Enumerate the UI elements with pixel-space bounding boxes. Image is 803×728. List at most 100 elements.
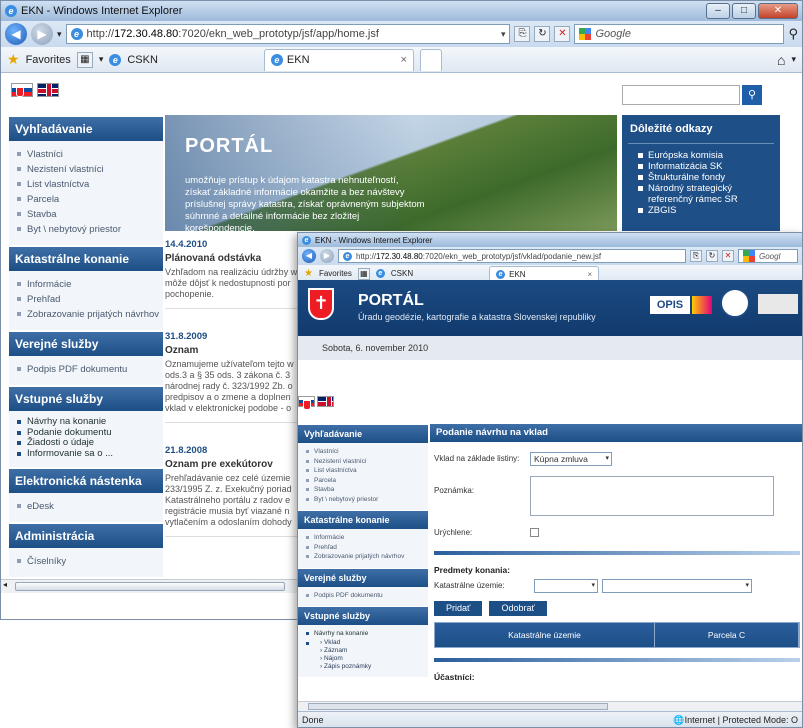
sidebar-item[interactable]: Číselníky xyxy=(17,554,163,569)
sidebar-item[interactable]: Stavba xyxy=(306,485,428,495)
url-field[interactable]: e http://172.30.48.80:7020/ekn_web_proto… xyxy=(338,249,686,263)
english-flag-icon[interactable] xyxy=(37,83,59,97)
scroll-left-icon[interactable]: ◂ xyxy=(3,580,7,589)
sidebar-item[interactable]: Informácie xyxy=(306,533,428,543)
sidebar-item[interactable]: Informácie xyxy=(17,277,163,292)
sidebar-item[interactable]: Vlastníci xyxy=(17,147,163,162)
news-title[interactable]: Plánovaná odstávka xyxy=(165,253,305,264)
sidebar-item[interactable]: Návrhy na konanie xyxy=(17,416,163,428)
news-title[interactable]: Oznam pre exekútorov xyxy=(165,459,305,470)
ku-label: Katastrálne územie: xyxy=(434,581,505,590)
favorites-button[interactable]: Favorites xyxy=(26,54,71,66)
slovak-flag-icon[interactable] xyxy=(298,396,315,410)
sidebar-item[interactable]: Prehľad xyxy=(17,292,163,307)
forward-icon[interactable]: ▶ xyxy=(320,249,334,263)
parcela-select[interactable]: ▾ xyxy=(602,579,752,593)
tab-ekn[interactable]: e EKN × xyxy=(489,266,600,281)
scrollbar-thumb[interactable] xyxy=(308,703,608,710)
remove-button[interactable]: Odobrať xyxy=(489,601,547,616)
add-button[interactable]: Pridať xyxy=(434,601,483,616)
favorites-star-icon[interactable]: ★ xyxy=(304,268,313,279)
sidebar-subitem[interactable]: › Vklad xyxy=(320,639,428,647)
english-flag-icon[interactable] xyxy=(317,396,334,407)
sidebar-subitem[interactable]: › Nájom xyxy=(320,655,428,663)
site-search-input[interactable] xyxy=(622,85,740,105)
sidebar-item[interactable]: Vlastníci xyxy=(306,447,428,457)
sidebar-subitem[interactable]: › Záznam xyxy=(320,647,428,655)
ie-icon: e xyxy=(302,235,311,245)
ku-select[interactable]: ▾ xyxy=(534,579,598,593)
sidebar-item[interactable]: Zobrazovanie prijatých návrhov xyxy=(17,307,163,322)
refresh-icon[interactable]: ↻ xyxy=(534,26,551,42)
refresh-icon[interactable]: ↻ xyxy=(706,250,718,262)
close-button[interactable]: ✕ xyxy=(758,3,798,19)
sidebar-item[interactable]: Stavba xyxy=(17,207,163,222)
sidebar-item[interactable]: Byt \ nebytový priestor xyxy=(17,222,163,237)
tab-close-icon[interactable]: × xyxy=(587,270,592,279)
sidebar-item[interactable]: Parcela xyxy=(17,192,163,207)
url-host: 172.30.48.80 xyxy=(114,28,179,40)
search-icon[interactable]: ⚲ xyxy=(788,26,798,42)
sidebar-item[interactable]: Byt \ nebytový priestor xyxy=(306,495,428,505)
sidebar-item[interactable]: Informovanie sa o ... xyxy=(17,448,163,460)
back-icon[interactable]: ◀ xyxy=(5,23,27,45)
horizontal-scrollbar[interactable] xyxy=(298,701,802,711)
important-link[interactable]: Európska komisia xyxy=(638,150,774,161)
new-tab-button[interactable] xyxy=(419,48,442,71)
items-table-header: Katastrálne územie Parcela C xyxy=(434,622,800,648)
home-icon[interactable]: ⌂ xyxy=(777,52,785,68)
sidebar-item[interactable]: Podpis PDF dokumentu xyxy=(17,362,163,377)
sidebar-section-items: Návrhy na konanie Podanie dokumentu Žiados… xyxy=(9,411,163,467)
urychlene-checkbox[interactable] xyxy=(530,528,539,537)
back-icon[interactable]: ◀ xyxy=(302,249,316,263)
tab-ekn[interactable]: e EKN × xyxy=(263,48,414,71)
search-icon[interactable]: ⚲ xyxy=(742,85,762,105)
news-text: Katastrálneho portálu z radov e xyxy=(165,495,291,505)
home-dropdown-icon[interactable]: ▾ xyxy=(791,54,796,65)
sidebar-item[interactable]: Podpis PDF dokumentu xyxy=(306,591,428,601)
important-link[interactable]: Informatizácia SK xyxy=(638,161,774,172)
scrollbar-thumb[interactable] xyxy=(15,582,285,591)
favorites-star-icon[interactable]: ★ xyxy=(7,51,20,68)
poznamka-textarea[interactable] xyxy=(530,476,774,516)
sidebar-item[interactable]: List vlastníctva xyxy=(17,177,163,192)
favorite-cskn[interactable]: CSKN xyxy=(127,54,158,66)
slovak-flag-icon[interactable] xyxy=(11,83,33,97)
tab-list-icon[interactable]: ▾ xyxy=(99,54,104,65)
news-item: 14.4.2010 Plánovaná odstávka Vzhľadom na r… xyxy=(165,239,305,309)
stop-icon[interactable]: ✕ xyxy=(554,26,571,42)
stop-icon[interactable]: ✕ xyxy=(722,250,734,262)
sidebar-item[interactable]: Návrhy na konanie xyxy=(306,629,428,639)
important-link[interactable]: Národný strategický referenčný rámec SR xyxy=(638,183,774,205)
sidebar-item[interactable]: eDesk xyxy=(17,499,163,514)
important-link[interactable]: Štrukturálne fondy xyxy=(638,172,774,183)
submission-form: Podanie návrhu na vklad Vklad na základe… xyxy=(430,424,802,686)
sidebar-item[interactable]: List vlastníctva xyxy=(306,466,428,476)
search-input[interactable]: Googl xyxy=(738,249,798,263)
recent-pages-icon[interactable]: ▾ xyxy=(57,29,62,40)
quick-tabs-icon[interactable]: ▦ xyxy=(76,51,93,68)
news-title[interactable]: Oznam xyxy=(165,345,305,356)
vklad-select[interactable]: Kúpna zmluva ▾ xyxy=(530,452,612,466)
quick-tabs-icon[interactable]: ▦ xyxy=(357,267,370,280)
minimize-button[interactable]: – xyxy=(706,3,730,19)
compatibility-icon[interactable]: ⎘ xyxy=(690,250,702,262)
forward-icon[interactable]: ▶ xyxy=(31,23,53,45)
search-input[interactable]: Google xyxy=(574,24,785,44)
maximize-button[interactable]: □ xyxy=(732,3,756,19)
sidebar-item[interactable]: Nezistení vlastníci xyxy=(306,457,428,467)
sidebar-item[interactable]: Nezistení vlastníci xyxy=(17,162,163,177)
url-field[interactable]: e http://172.30.48.80:7020/ekn_web_proto… xyxy=(65,24,511,44)
sidebar-item[interactable]: Prehľad xyxy=(306,543,428,553)
tab-close-icon[interactable]: × xyxy=(400,54,406,66)
news-text: vklad v elektronickej podobe - o xyxy=(165,403,292,413)
sidebar-item[interactable]: Žiadosti o údaje xyxy=(17,437,163,449)
sidebar-item[interactable]: Zobrazovanie prijatých návrhov xyxy=(306,552,428,562)
sidebar-item[interactable]: Parcela xyxy=(306,476,428,486)
favorites-button[interactable]: Favorites xyxy=(319,269,352,278)
sidebar-subitem[interactable]: › Zápis poznámky xyxy=(320,663,428,671)
important-link[interactable]: ZBGIS xyxy=(638,205,774,216)
compatibility-icon[interactable]: ⎘ xyxy=(514,26,531,42)
favorite-cskn[interactable]: CSKN xyxy=(391,269,413,278)
url-dropdown-icon[interactable]: ▾ xyxy=(501,29,506,40)
